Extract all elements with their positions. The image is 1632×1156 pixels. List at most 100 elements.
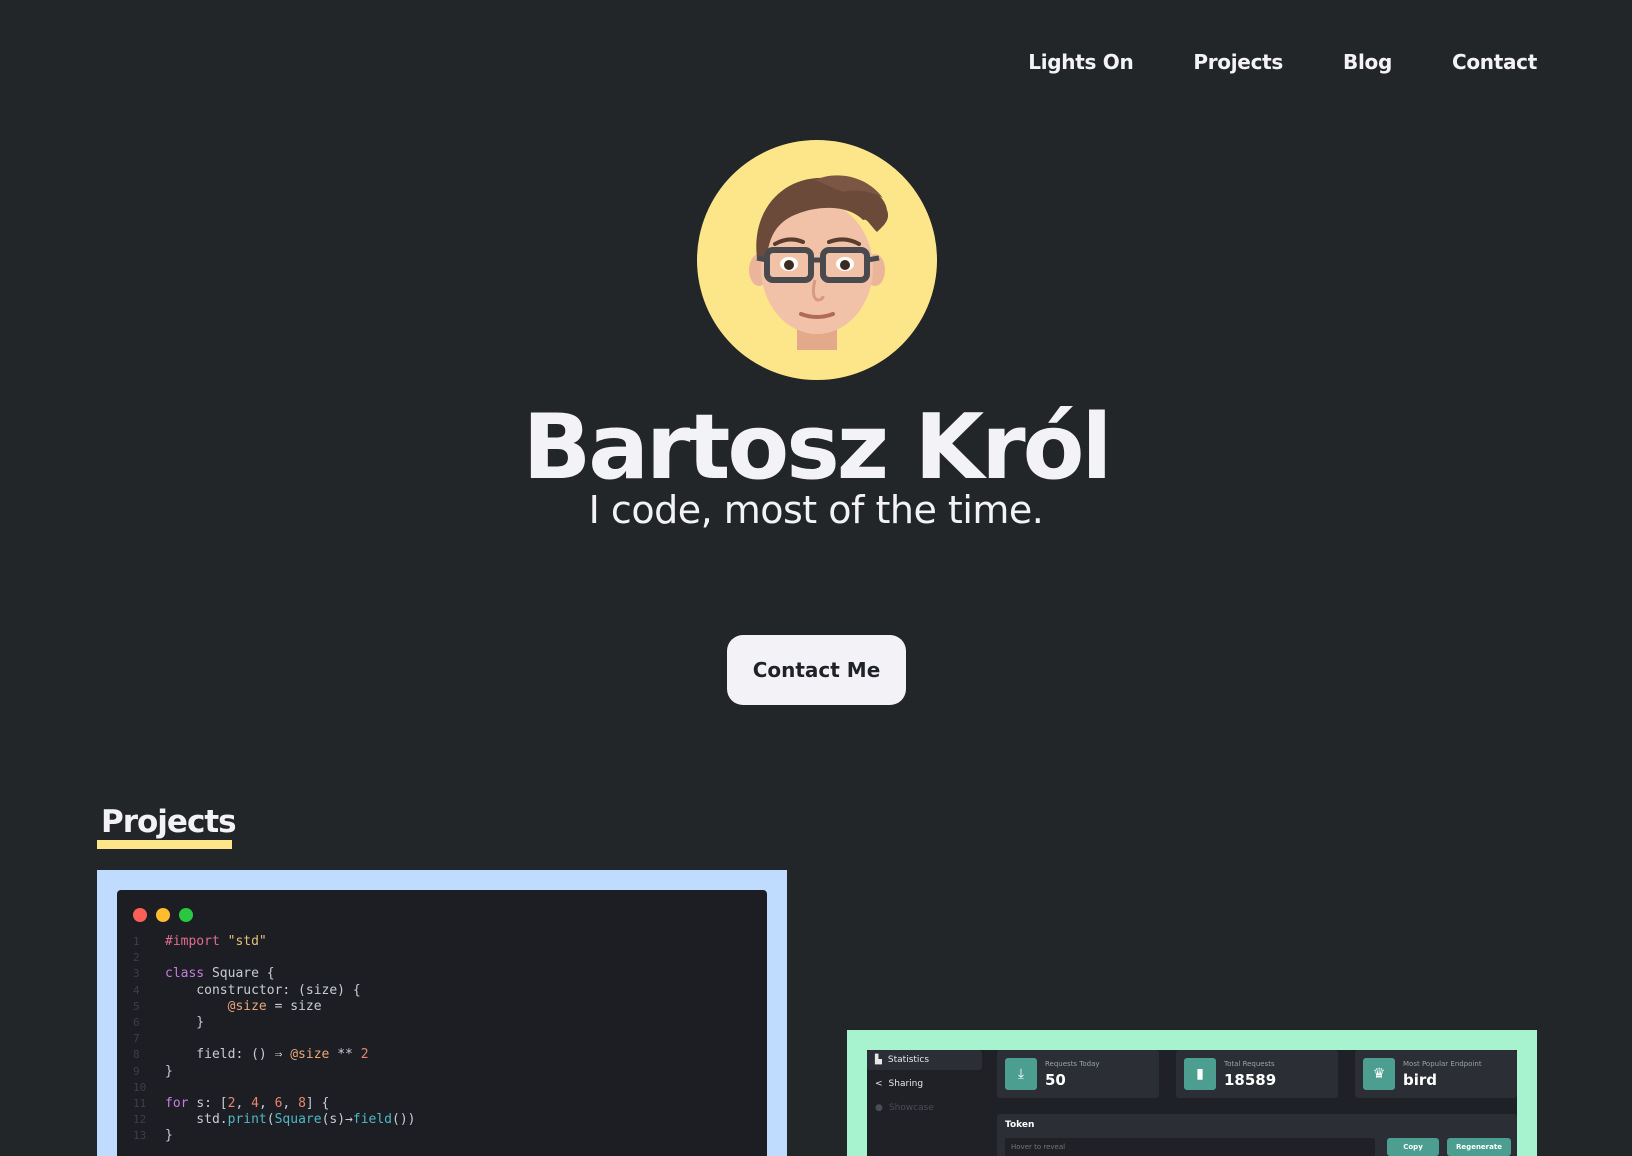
code-text: constructor: (size) { xyxy=(165,982,361,999)
code-token: , xyxy=(235,1095,252,1111)
code-token: 4 xyxy=(251,1095,259,1111)
stat-label: Total Requests xyxy=(1224,1060,1275,1068)
code-token: ** xyxy=(329,1047,361,1063)
code-token: ] { xyxy=(305,1095,330,1111)
code-text: @size = size xyxy=(165,999,322,1015)
code-text: std.print(Square(s)→field()) xyxy=(165,1112,416,1128)
line-number: 12 xyxy=(133,1113,147,1127)
nav-projects[interactable]: Projects xyxy=(1193,50,1283,74)
code-text: } xyxy=(165,1015,204,1031)
code-token: field: () ⇒ xyxy=(165,1047,291,1063)
token-input xyxy=(1005,1138,1375,1156)
code-line: 1 #import "std" xyxy=(133,934,416,950)
code-token: 2 xyxy=(360,1047,369,1063)
code-block: 1 #import "std" 2 3 class Square {4 construc… xyxy=(133,934,416,1144)
code-token: (s)→ xyxy=(321,1112,353,1128)
section-title-underline xyxy=(97,840,232,849)
sidebar-item-showcase: ● Showcase xyxy=(867,1098,982,1118)
regenerate-token-button: Regenerate xyxy=(1447,1138,1511,1156)
code-token: , xyxy=(258,1095,275,1111)
line-number: 4 xyxy=(133,983,140,997)
code-text: } xyxy=(165,1064,173,1080)
stat-total-requests: ▮ Total Requests 18589 xyxy=(1176,1050,1338,1098)
sidebar-item-label: Showcase xyxy=(888,1103,934,1113)
token-panel: Token Copy Regenerate xyxy=(997,1114,1517,1156)
code-line: 11 for s: [2, 4, 6, 8] { xyxy=(133,1096,416,1112)
code-token: , xyxy=(282,1095,299,1111)
code-token: std. xyxy=(165,1112,228,1128)
line-number: 7 xyxy=(133,1032,140,1046)
nav-lights-on[interactable]: Lights On xyxy=(1028,50,1133,74)
sidebar-item-label: Sharing xyxy=(888,1079,924,1089)
document-icon: ▮ xyxy=(1184,1058,1216,1090)
code-token: } xyxy=(165,1128,173,1144)
code-token: constructor: (size) { xyxy=(165,982,361,998)
stat-label: Most Popular Endpoint xyxy=(1403,1060,1482,1068)
code-token: s: [ xyxy=(196,1095,228,1111)
copy-token-button: Copy xyxy=(1387,1138,1439,1156)
code-line: 9} xyxy=(133,1064,416,1080)
line-number: 8 xyxy=(133,1048,140,1062)
code-text: #import "std" xyxy=(165,934,267,950)
close-dot-icon xyxy=(133,908,147,922)
project-card-code[interactable]: 1 #import "std" 2 3 class Square {4 construc… xyxy=(97,870,787,1156)
share-icon: < xyxy=(875,1079,883,1089)
code-text: class Square { xyxy=(165,966,275,982)
nav-contact[interactable]: Contact xyxy=(1452,50,1537,74)
project-card-dashboard[interactable]: ▙ Statistics < Sharing ● Showcase ⤓ Requ… xyxy=(847,1030,1537,1156)
code-token: 8 xyxy=(298,1095,306,1111)
hero-name: Bartosz Król xyxy=(522,395,1113,500)
dashboard-sidebar: ▙ Statistics < Sharing ● Showcase xyxy=(867,1050,982,1156)
hero-tagline: I code, most of the time. xyxy=(588,488,1044,532)
line-number: 11 xyxy=(133,1096,147,1110)
download-icon: ⤓ xyxy=(1005,1058,1037,1090)
code-token: ()) xyxy=(392,1112,416,1128)
code-token: } xyxy=(165,1063,173,1079)
avatar xyxy=(697,140,937,380)
code-text: field: () ⇒ @size ** 2 xyxy=(165,1047,369,1063)
sidebar-item-statistics: ▙ Statistics xyxy=(867,1050,982,1070)
code-line: 5 @size = size xyxy=(133,999,416,1015)
code-token: print xyxy=(227,1112,267,1128)
code-window: 1 #import "std" 2 3 class Square {4 construc… xyxy=(117,890,767,1156)
token-label: Token xyxy=(1005,1120,1035,1130)
dashboard-preview: ▙ Statistics < Sharing ● Showcase ⤓ Requ… xyxy=(867,1050,1517,1156)
top-nav: Lights On Projects Blog Contact xyxy=(1028,50,1537,74)
stat-requests-today: ⤓ Requests Today 50 xyxy=(997,1050,1159,1098)
stat-value: bird xyxy=(1403,1071,1438,1089)
eye-icon: ● xyxy=(875,1103,883,1113)
contact-me-button[interactable]: Contact Me xyxy=(727,635,906,705)
code-line: 8 field: () ⇒ @size ** 2 xyxy=(133,1047,416,1063)
code-text: for s: [2, 4, 6, 8] { xyxy=(165,1096,329,1112)
code-token: = size xyxy=(266,998,322,1014)
line-number: 5 xyxy=(133,999,140,1013)
stat-label: Requests Today xyxy=(1045,1060,1100,1068)
window-controls xyxy=(133,908,193,922)
code-token: Square { xyxy=(211,966,275,982)
code-token: @size xyxy=(290,1047,330,1063)
code-token: "std" xyxy=(227,934,267,949)
code-line: 7 xyxy=(133,1031,416,1047)
stat-value: 18589 xyxy=(1224,1071,1277,1089)
line-number: 9 xyxy=(133,1064,140,1078)
code-token: ( xyxy=(266,1112,275,1128)
chart-icon: ▙ xyxy=(875,1055,882,1065)
minimize-dot-icon xyxy=(156,908,170,922)
sidebar-item-sharing: < Sharing xyxy=(867,1074,982,1094)
maximize-dot-icon xyxy=(179,908,193,922)
code-line: 2 xyxy=(133,950,416,966)
line-number: 2 xyxy=(133,951,140,965)
line-number: 13 xyxy=(133,1129,147,1143)
stat-value: 50 xyxy=(1045,1071,1066,1089)
projects-section-title: Projects xyxy=(101,804,237,840)
nav-blog[interactable]: Blog xyxy=(1343,50,1392,74)
code-text: } xyxy=(165,1128,173,1144)
code-line: 6 } xyxy=(133,1015,416,1031)
code-line: 10 xyxy=(133,1080,416,1096)
sidebar-item-label: Statistics xyxy=(887,1055,930,1065)
trophy-icon: ♛ xyxy=(1363,1058,1395,1090)
code-token: class xyxy=(165,966,212,982)
code-line: 3 class Square { xyxy=(133,966,416,982)
code-line: 12 std.print(Square(s)→field()) xyxy=(133,1112,416,1128)
